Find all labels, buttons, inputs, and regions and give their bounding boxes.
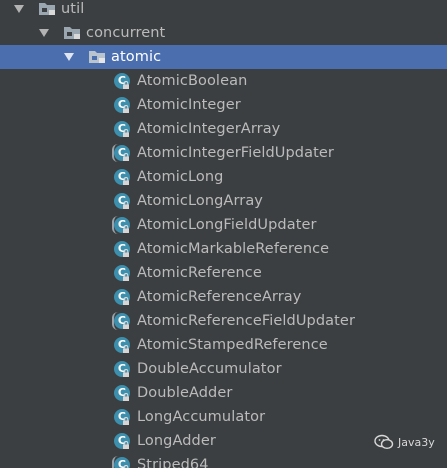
- tree-node-label: util: [61, 1, 85, 17]
- lock-icon: [123, 393, 129, 401]
- lock-icon: [123, 153, 129, 161]
- tree-node-class[interactable]: C AtomicLongFieldUpdater: [0, 213, 447, 237]
- class-icon: C: [114, 336, 132, 354]
- tree-node-class[interactable]: C AtomicInteger: [0, 93, 447, 117]
- lock-icon: [123, 225, 129, 233]
- abstract-class-icon: C: [112, 456, 132, 468]
- tree-node-label: atomic: [111, 49, 162, 65]
- class-icon: C: [114, 240, 132, 258]
- expand-arrow-icon[interactable]: [64, 53, 74, 61]
- expand-arrow-icon[interactable]: [14, 5, 24, 13]
- lock-icon: [123, 345, 129, 353]
- class-icon: C: [114, 168, 132, 186]
- tree-node-class[interactable]: C AtomicLongArray: [0, 189, 447, 213]
- tree-node-util[interactable]: util: [0, 0, 447, 21]
- class-icon: C: [114, 72, 132, 90]
- tree-node-class[interactable]: C AtomicMarkableReference: [0, 237, 447, 261]
- tree-node-class[interactable]: C LongAccumulator: [0, 405, 447, 429]
- class-icon: C: [114, 120, 132, 138]
- tree-node-class[interactable]: C DoubleAccumulator: [0, 357, 447, 381]
- class-label: AtomicIntegerFieldUpdater: [137, 145, 334, 161]
- lock-icon: [123, 441, 129, 449]
- class-label: AtomicStampedReference: [137, 337, 328, 353]
- tree-node-class[interactable]: C AtomicReferenceFieldUpdater: [0, 309, 447, 333]
- abstract-class-icon: C: [112, 144, 132, 162]
- tree-node-class[interactable]: C AtomicIntegerFieldUpdater: [0, 141, 447, 165]
- package-icon: [89, 51, 105, 63]
- class-icon: C: [114, 264, 132, 282]
- class-icon: C: [114, 288, 132, 306]
- class-label: Striped64: [137, 457, 209, 468]
- class-icon: C: [114, 408, 132, 426]
- lock-icon: [123, 369, 129, 377]
- tree-node-class[interactable]: C Striped64: [0, 453, 447, 468]
- class-label: AtomicMarkableReference: [137, 241, 330, 257]
- lock-icon: [123, 177, 129, 185]
- lock-icon: [123, 417, 129, 425]
- class-label: DoubleAdder: [137, 385, 233, 401]
- class-label: AtomicIntegerArray: [137, 121, 281, 137]
- tree-node-atomic[interactable]: atomic: [0, 45, 447, 69]
- class-label: AtomicReferenceArray: [137, 289, 302, 305]
- class-icon: C: [114, 96, 132, 114]
- tree-node-class[interactable]: C AtomicLong: [0, 165, 447, 189]
- lock-icon: [123, 201, 129, 209]
- class-label: DoubleAccumulator: [137, 361, 282, 377]
- class-icon: C: [114, 432, 132, 450]
- tree-node-class[interactable]: C AtomicBoolean: [0, 69, 447, 93]
- watermark-text: Java3y: [398, 435, 435, 449]
- tree-node-class[interactable]: C AtomicIntegerArray: [0, 117, 447, 141]
- class-label: AtomicLongArray: [137, 193, 263, 209]
- class-icon: C: [114, 360, 132, 378]
- lock-icon: [123, 249, 129, 257]
- package-icon: [64, 27, 80, 39]
- lock-icon: [123, 105, 129, 113]
- class-label: LongAdder: [137, 433, 216, 449]
- class-label: AtomicLong: [137, 169, 224, 185]
- class-label: AtomicLongFieldUpdater: [137, 217, 317, 233]
- abstract-class-icon: C: [112, 312, 132, 330]
- project-tree: util concurrent atomic C AtomicBoolean C At…: [0, 0, 447, 468]
- class-icon: C: [114, 384, 132, 402]
- abstract-class-icon: C: [112, 216, 132, 234]
- class-label: AtomicReferenceFieldUpdater: [137, 313, 356, 329]
- lock-icon: [123, 321, 129, 329]
- tree-node-class[interactable]: C AtomicReferenceArray: [0, 285, 447, 309]
- tree-node-class[interactable]: C AtomicStampedReference: [0, 333, 447, 357]
- package-icon: [39, 3, 55, 15]
- class-icon: C: [114, 192, 132, 210]
- wechat-icon: [374, 434, 394, 450]
- lock-icon: [123, 129, 129, 137]
- class-label: AtomicReference: [137, 265, 262, 281]
- lock-icon: [123, 297, 129, 305]
- tree-node-class[interactable]: C DoubleAdder: [0, 381, 447, 405]
- lock-icon: [123, 81, 129, 89]
- class-label: LongAccumulator: [137, 409, 266, 425]
- tree-node-label: concurrent: [86, 25, 166, 41]
- class-label: AtomicInteger: [137, 97, 241, 113]
- lock-icon: [123, 273, 129, 281]
- tree-node-class[interactable]: C AtomicReference: [0, 261, 447, 285]
- tree-node-concurrent[interactable]: concurrent: [0, 21, 447, 45]
- class-label: AtomicBoolean: [137, 73, 248, 89]
- watermark: Java3y: [374, 434, 435, 450]
- expand-arrow-icon[interactable]: [39, 29, 49, 37]
